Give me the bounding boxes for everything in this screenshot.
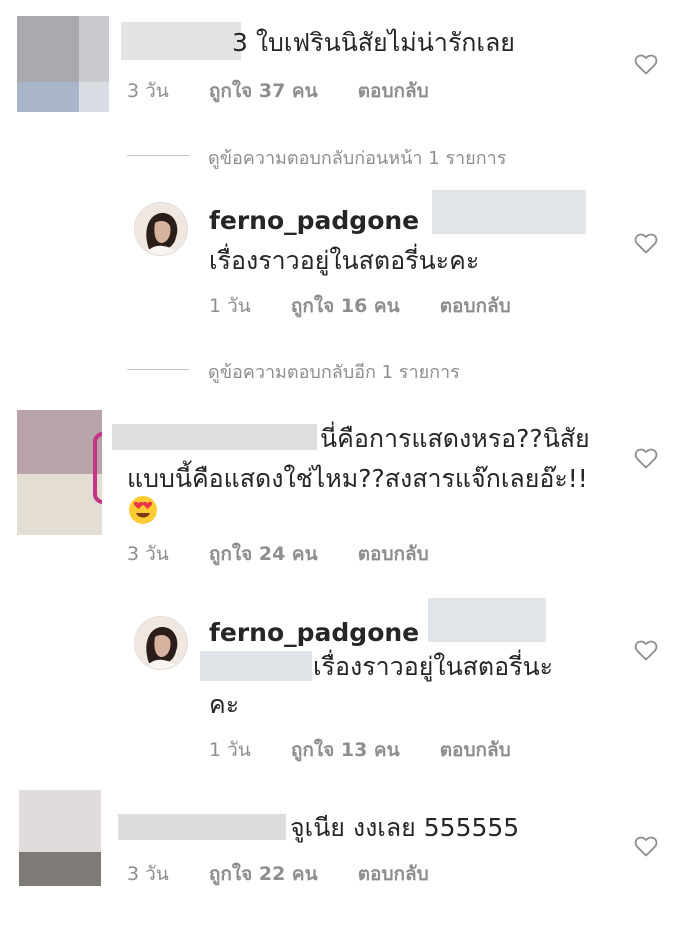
avatar-3[interactable] — [19, 790, 101, 886]
reply-button[interactable]: ตอบกลับ — [358, 863, 429, 885]
comment-meta-2: 3 วัน ถูกใจ 24 คน ตอบกลับ — [127, 539, 429, 569]
comment-text-3: จูเนีย งงเลย 555555 — [290, 813, 520, 842]
comment-time: 3 วัน — [127, 543, 169, 565]
blurred-username-3 — [118, 814, 286, 840]
reply-header-1: ferno_padgone — [209, 202, 455, 240]
reply-header-2: ferno_padgone — [209, 614, 455, 652]
heart-eyes-emoji-icon — [129, 496, 157, 524]
reply-meta-1: 1 วัน ถูกใจ 16 คน ตอบกลับ — [209, 291, 511, 321]
heart-outline-icon[interactable] — [634, 639, 658, 661]
comment-time: 3 วัน — [127, 863, 169, 885]
comment-3: จูเนีย งงเลย 555555 3 วัน ถูกใจ 22 คน ตอ… — [0, 786, 700, 929]
reply-1: ferno_padgone เรื่องราวอยู่ในสตอรี่นะคะ … — [0, 190, 700, 330]
heart-outline-icon[interactable] — [634, 447, 658, 469]
comment-time: 3 วัน — [127, 80, 169, 102]
username[interactable]: ferno_padgone — [209, 206, 419, 235]
reply-button[interactable]: ตอบกลับ — [440, 739, 511, 761]
comment-text-1: 3 ใบเฟรินนิสัยไม่น่ารักเลย — [232, 28, 515, 57]
comment-time: 1 วัน — [209, 295, 251, 317]
reply-text-2-line2: คะ — [209, 690, 240, 719]
blurred-mention-2b — [200, 651, 312, 681]
blurred-username-2 — [112, 424, 317, 450]
separator-line-1 — [127, 155, 189, 156]
reply-meta-2: 1 วัน ถูกใจ 13 คน ตอบกลับ — [209, 735, 511, 765]
reply-text-1: เรื่องราวอยู่ในสตอรี่นะคะ — [209, 246, 480, 275]
heart-outline-icon[interactable] — [634, 835, 658, 857]
comment-time: 1 วัน — [209, 739, 251, 761]
blurred-mention-2a — [428, 598, 546, 642]
blurred-username-1 — [121, 22, 241, 60]
view-previous-replies-link[interactable]: ดูข้อความตอบกลับก่อนหน้า 1 รายการ — [208, 143, 506, 172]
avatar-ferno-1[interactable] — [134, 202, 188, 256]
avatar-ferno-2[interactable] — [134, 616, 188, 670]
comment-1: 3 ใบเฟรินนิสัยไม่น่ารักเลย 3 วัน ถูกใจ 3… — [0, 0, 700, 120]
blurred-mention-1 — [432, 190, 586, 234]
separator-line-2 — [127, 369, 189, 370]
reply-2: ferno_padgone เรื่องราวอยู่ในสตอรี่นะ คะ… — [0, 596, 700, 776]
likes-count-link[interactable]: ถูกใจ 16 คน — [291, 295, 400, 317]
heart-outline-icon[interactable] — [634, 53, 658, 75]
comment-2: นี่คือการแสดงหรอ??นิสัย แบบนี้คือแสดงใช่… — [0, 400, 700, 570]
heart-outline-icon[interactable] — [634, 232, 658, 254]
comment-text-2-line2: แบบนี้คือแสดงใช่ไหม??สงสารแจ๊กเลยอ๊ะ!! — [127, 464, 588, 493]
likes-count-link[interactable]: ถูกใจ 24 คน — [209, 543, 318, 565]
reply-text-2-line1: เรื่องราวอยู่ในสตอรี่นะ — [313, 652, 554, 681]
likes-count-link[interactable]: ถูกใจ 22 คน — [209, 863, 318, 885]
view-more-replies-link[interactable]: ดูข้อความตอบกลับอีก 1 รายการ — [208, 357, 460, 386]
avatar-1[interactable] — [17, 16, 109, 112]
reply-button[interactable]: ตอบกลับ — [440, 295, 511, 317]
likes-count-link[interactable]: ถูกใจ 13 คน — [291, 739, 400, 761]
reply-button[interactable]: ตอบกลับ — [358, 543, 429, 565]
comment-text-2-line1: นี่คือการแสดงหรอ??นิสัย — [320, 424, 590, 453]
avatar-2[interactable] — [17, 410, 102, 535]
comment-meta-3: 3 วัน ถูกใจ 22 คน ตอบกลับ — [127, 859, 429, 889]
reply-button[interactable]: ตอบกลับ — [358, 80, 429, 102]
likes-count-link[interactable]: ถูกใจ 37 คน — [209, 80, 318, 102]
comment-meta-1: 3 วัน ถูกใจ 37 คน ตอบกลับ — [127, 76, 429, 106]
username[interactable]: ferno_padgone — [209, 618, 419, 647]
